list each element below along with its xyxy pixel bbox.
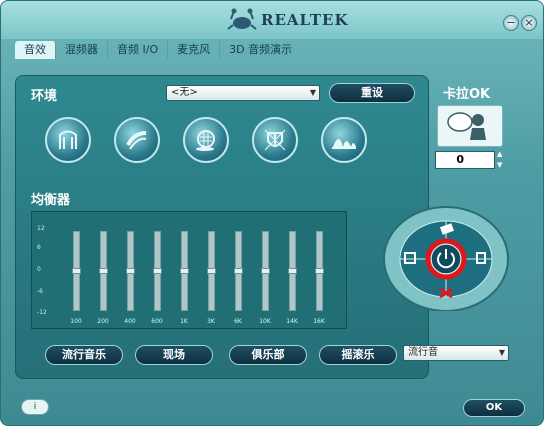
karaoke-image [437,105,503,147]
pipe-icon [126,131,147,150]
eq-slider-knob[interactable] [153,268,162,274]
tab-sound-effects[interactable]: 音效 [15,41,56,59]
eq-band-label: 400 [124,318,136,325]
realtek-logo: REALTEK [227,7,349,33]
coliseum-icon [264,129,286,151]
close-button[interactable]: × [521,15,537,31]
eq-preset-rock-button[interactable]: 摇滚乐 [319,345,397,365]
eq-scale-label: 6 [37,244,41,251]
delete-icon[interactable] [431,285,461,305]
eq-preset-pop-button[interactable]: 流行音乐 [45,345,123,365]
eq-band-label: 10K [259,318,271,325]
eq-slider-knob[interactable] [288,268,297,274]
eq-scale-label: -12 [37,309,47,316]
eq-band-label: 600 [151,318,163,325]
eq-preset-select[interactable]: 流行音 ▼ [403,345,509,361]
tab-audio-io[interactable]: 音频 I/O [108,41,169,59]
eq-band-label: 200 [97,318,109,325]
karaoke-down-icon[interactable]: ▼ [497,161,502,169]
ok-button[interactable]: OK [463,399,525,417]
tab-bar: 音效 混频器 音频 I/O 麦克风 3D 音频演示 [15,41,535,61]
eq-band-label: 6K [234,318,242,325]
environment-select-value: <无> [171,87,198,98]
eq-band-label: 1K [180,318,188,325]
eq-slider-knob[interactable] [126,268,135,274]
eq-band-label: 100 [70,318,82,325]
eq-slider-knob[interactable] [207,268,216,274]
eq-slider-knob[interactable] [261,268,270,274]
eq-slider-knob[interactable] [234,268,243,274]
eq-slider-knob[interactable] [180,268,189,274]
karaoke-label: 卡拉OK [443,87,491,102]
karaoke-value-field[interactable]: 0 [435,151,495,169]
environment-label: 环境 [31,89,58,104]
realtek-audio-manager-window: REALTEK − × 音效 混频器 音频 I/O 麦克风 3D 音频演示 环境… [0,0,544,426]
env-preset-opera-house[interactable] [321,117,367,163]
chevron-down-icon: ▼ [309,88,316,97]
eq-scale-label: 12 [37,225,45,232]
eq-slider-knob[interactable] [315,268,324,274]
environment-select[interactable]: <无> ▼ [166,85,320,101]
underwater-icon [59,130,77,149]
minimize-button[interactable]: − [503,15,519,31]
eq-slider-knob[interactable] [72,268,81,274]
tab-microphone[interactable]: 麦克风 [168,41,221,59]
load-icon[interactable] [477,245,507,275]
eq-band-label: 3K [207,318,215,325]
eq-scale-label: 0 [37,266,41,273]
reset-button[interactable]: 重设 [329,83,415,103]
eq-band-label: 16K [313,318,325,325]
karaoke-singer-icon [447,112,486,140]
eq-preset-live-button[interactable]: 现场 [135,345,213,365]
env-preset-coliseum[interactable] [252,117,298,163]
info-button[interactable]: i [21,399,49,415]
eq-scale-label: -6 [37,288,43,295]
tab-mixer[interactable]: 混频器 [56,41,108,59]
power-icon[interactable] [429,239,469,279]
karaoke-up-icon[interactable]: ▲ [497,150,502,158]
tab-3d-demo[interactable]: 3D 音频演示 [220,41,301,59]
stone-corridor-icon [196,130,215,151]
equalizer-label: 均衡器 [31,193,71,208]
eq-preset-select-value: 流行音 [408,347,438,358]
chevron-down-icon: ▼ [498,348,505,357]
env-preset-pipe[interactable] [114,117,160,163]
eq-band-label: 14K [286,318,298,325]
eq-preset-club-button[interactable]: 俱乐部 [229,345,307,365]
opera-house-icon [332,139,356,149]
title-bar: REALTEK − × [1,1,543,39]
env-preset-underwater[interactable] [45,117,91,163]
brand-name: REALTEK [261,11,349,29]
crab-logo-icon [227,8,257,30]
eq-slider-knob[interactable] [99,268,108,274]
save-icon[interactable] [397,245,427,275]
env-preset-stone-corridor[interactable] [183,117,229,163]
